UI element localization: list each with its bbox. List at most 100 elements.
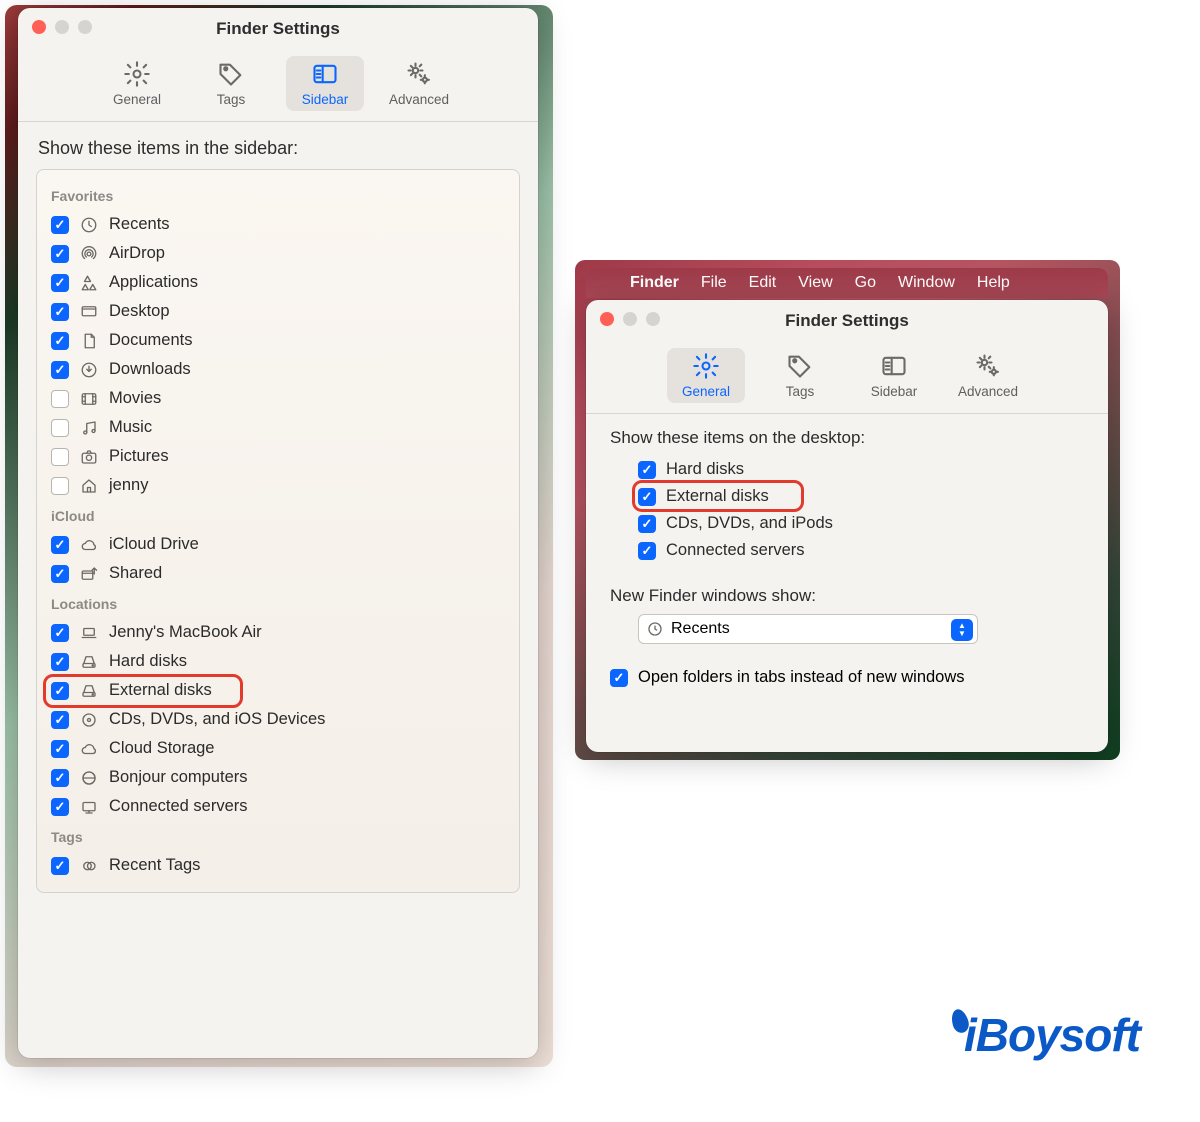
group-label: Tags [47, 821, 509, 851]
close-button[interactable] [600, 312, 614, 326]
window-title: Finder Settings [785, 311, 909, 331]
sidebar-item-row: Jenny's MacBook Air [47, 618, 509, 647]
menubar-item[interactable]: Edit [749, 274, 777, 292]
checkbox[interactable] [638, 488, 656, 506]
sidebar-item-row: Movies [47, 384, 509, 413]
checkbox[interactable] [51, 769, 69, 787]
tag-icon [217, 60, 245, 88]
tab-general[interactable]: General [98, 56, 176, 111]
checkbox[interactable] [51, 303, 69, 321]
menubar: Finder File Edit View Go Window Help [586, 268, 1108, 298]
checkbox[interactable] [51, 711, 69, 729]
tab-label: General [113, 92, 161, 107]
menubar-item[interactable]: Help [977, 274, 1010, 292]
gear-icon [123, 60, 151, 88]
checkbox[interactable] [51, 798, 69, 816]
gears-icon [405, 60, 433, 88]
checkbox[interactable] [51, 565, 69, 583]
desktop-section-heading: Show these items on the desktop: [610, 428, 1084, 448]
tab-label: Tags [217, 92, 246, 107]
checkbox[interactable] [51, 274, 69, 292]
sidebar-item-row: Applications [47, 268, 509, 297]
menubar-app-name[interactable]: Finder [630, 274, 679, 292]
checkbox[interactable] [51, 216, 69, 234]
checkbox[interactable] [51, 448, 69, 466]
window-controls [32, 20, 92, 34]
item-label: Pictures [109, 447, 169, 466]
window-controls [600, 312, 660, 326]
tab-sidebar[interactable]: Sidebar [286, 56, 364, 111]
checkbox[interactable] [638, 461, 656, 479]
tab-sidebar[interactable]: Sidebar [855, 348, 933, 403]
select-arrows-icon: ▲▼ [951, 619, 973, 641]
menubar-item[interactable]: File [701, 274, 727, 292]
checkbox[interactable] [51, 245, 69, 263]
doc-icon [79, 332, 99, 350]
item-label: Hard disks [109, 652, 187, 671]
tab-tags[interactable]: Tags [761, 348, 839, 403]
checkbox[interactable] [51, 419, 69, 437]
sidebar-item-row: jenny [47, 471, 509, 500]
item-label: iCloud Drive [109, 535, 199, 554]
tab-label: Advanced [389, 92, 449, 107]
tab-advanced[interactable]: Advanced [949, 348, 1027, 403]
checkbox[interactable] [51, 536, 69, 554]
open-in-tabs-label: Open folders in tabs instead of new wind… [638, 668, 965, 687]
sidebar-icon [311, 60, 339, 88]
sidebar-item-row: External disks [47, 676, 509, 705]
bonjour-icon [79, 769, 99, 787]
sidebar-item-row: CDs, DVDs, and iOS Devices [47, 705, 509, 734]
finder-settings-sidebar-window: Finder Settings General Tags Sidebar Adv… [18, 8, 538, 1058]
item-label: Hard disks [666, 460, 744, 479]
tab-tags[interactable]: Tags [192, 56, 270, 111]
sidebar-item-row: Recents [47, 210, 509, 239]
checkbox[interactable] [51, 740, 69, 758]
new-windows-select[interactable]: Recents ▲▼ [638, 614, 978, 644]
checkbox[interactable] [638, 542, 656, 560]
tab-advanced[interactable]: Advanced [380, 56, 458, 111]
window-title: Finder Settings [216, 19, 340, 39]
sidebar-item-row: Recent Tags [47, 851, 509, 880]
item-label: Applications [109, 273, 198, 292]
sidebar-item-row: Desktop [47, 297, 509, 326]
close-button[interactable] [32, 20, 46, 34]
item-label: Shared [109, 564, 162, 583]
tab-general[interactable]: General [667, 348, 745, 403]
sidebar-item-row: Music [47, 413, 509, 442]
open-in-tabs-checkbox[interactable] [610, 669, 628, 687]
menubar-item[interactable]: View [798, 274, 832, 292]
checkbox[interactable] [51, 653, 69, 671]
movie-icon [79, 390, 99, 408]
item-label: CDs, DVDs, and iPods [666, 514, 833, 533]
checkbox[interactable] [51, 332, 69, 350]
checkbox[interactable] [51, 361, 69, 379]
zoom-button[interactable] [646, 312, 660, 326]
menubar-item[interactable]: Window [898, 274, 955, 292]
minimize-button[interactable] [623, 312, 637, 326]
zoom-button[interactable] [78, 20, 92, 34]
menubar-item[interactable]: Go [855, 274, 876, 292]
sidebar-section-heading: Show these items in the sidebar: [18, 122, 538, 169]
checkbox[interactable] [51, 477, 69, 495]
checkbox[interactable] [638, 515, 656, 533]
checkbox[interactable] [51, 857, 69, 875]
checkbox[interactable] [51, 682, 69, 700]
shared-icon [79, 565, 99, 583]
checkbox[interactable] [51, 390, 69, 408]
item-label: External disks [109, 681, 212, 700]
item-label: Downloads [109, 360, 191, 379]
sidebar-item-row: Connected servers [47, 792, 509, 821]
airdrop-icon [79, 245, 99, 263]
new-windows-label: New Finder windows show: [610, 586, 1084, 606]
item-label: External disks [666, 487, 769, 506]
sidebar-item-row: Bonjour computers [47, 763, 509, 792]
checkbox[interactable] [51, 624, 69, 642]
app-icon [79, 274, 99, 292]
gear-icon [692, 352, 720, 380]
sidebar-item-row: Cloud Storage [47, 734, 509, 763]
tab-label: Tags [786, 384, 815, 399]
item-label: Jenny's MacBook Air [109, 623, 262, 642]
laptop-icon [79, 624, 99, 642]
desktop-icon [79, 303, 99, 321]
minimize-button[interactable] [55, 20, 69, 34]
